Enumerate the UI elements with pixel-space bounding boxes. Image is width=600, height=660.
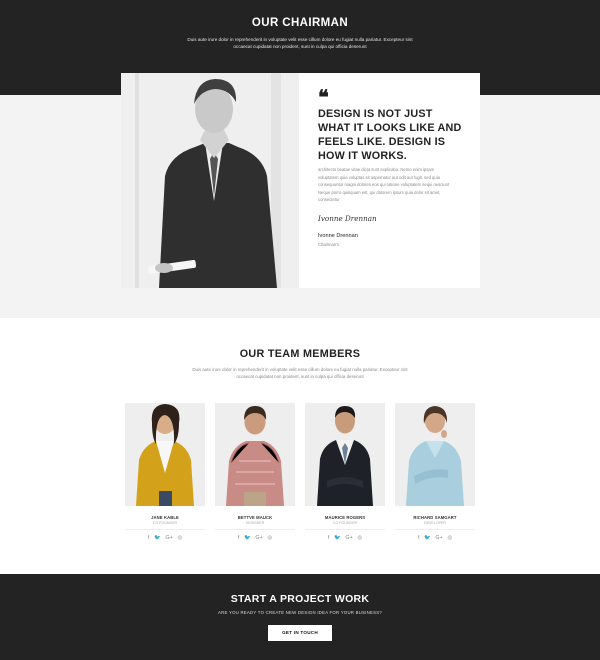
- quote-headline: DESIGN IS NOT JUST WHAT IT LOOKS LIKE AN…: [318, 108, 462, 162]
- team-member-card: BETTVE MAUCK DESIGNER f 🐦 G+ ◎: [215, 403, 295, 544]
- google-plus-icon[interactable]: G+: [165, 535, 172, 541]
- facebook-icon[interactable]: f: [418, 535, 420, 541]
- team-member-role: DEVELOPER: [424, 521, 446, 525]
- project-cta-section: [0, 574, 600, 660]
- team-section-title: OUR TEAM MEMBERS: [239, 348, 361, 360]
- team-member-card: JANE KABLE CO FOUNDER f 🐦 G+ ◎: [125, 403, 205, 544]
- chairman-photo: [121, 73, 299, 288]
- member-social-links: f 🐦 G+ ◎: [125, 535, 205, 541]
- twitter-icon[interactable]: 🐦: [154, 535, 161, 541]
- cta-title: START A PROJECT WORK: [230, 593, 370, 605]
- team-member-role: CO FOUNDER: [332, 521, 358, 525]
- member-divider: [395, 529, 475, 530]
- instagram-icon[interactable]: ◎: [177, 535, 182, 541]
- twitter-icon[interactable]: 🐦: [334, 535, 341, 541]
- instagram-icon[interactable]: ◎: [267, 535, 272, 541]
- team-section-intro: Duis aute irure dolor in reprehenderit i…: [192, 367, 408, 379]
- team-member-photo: [125, 403, 205, 506]
- facebook-icon[interactable]: f: [148, 535, 150, 541]
- chairman-role: Chairman's: [318, 242, 340, 247]
- team-member-role: DESIGNER: [245, 521, 265, 525]
- chairman-signature: Ivonne Drennan: [318, 214, 377, 223]
- member-social-links: f 🐦 G+ ◎: [395, 535, 475, 541]
- member-social-links: f 🐦 G+ ◎: [215, 535, 295, 541]
- member-divider: [215, 529, 295, 530]
- chairman-section-title: OUR CHAIRMAN: [251, 17, 349, 29]
- cta-subtitle: ARE YOU READY TO CREATE NEW DESIGN IDEA …: [218, 610, 382, 615]
- team-member-name: BETTVE MAUCK: [237, 515, 273, 520]
- get-in-touch-button[interactable]: GET IN TOUCH: [268, 625, 332, 641]
- team-member-card: RICHARD SAMGART DEVELOPER f 🐦 G+ ◎: [395, 403, 475, 544]
- member-divider: [125, 529, 205, 530]
- quote-body: architecto beatae vitae dicta sunt expli…: [318, 167, 450, 203]
- team-member-name: MAURICE ROGERS: [324, 515, 366, 520]
- team-member-name: JANE KABLE: [151, 515, 179, 520]
- team-member-name: RICHARD SAMGART: [413, 515, 457, 520]
- chairman-name: Ivonne Drennan: [318, 233, 358, 239]
- team-member-photo: [395, 403, 475, 506]
- twitter-icon[interactable]: 🐦: [424, 535, 431, 541]
- twitter-icon[interactable]: 🐦: [244, 535, 251, 541]
- member-divider: [305, 529, 385, 530]
- instagram-icon[interactable]: ◎: [357, 535, 362, 541]
- instagram-icon[interactable]: ◎: [447, 535, 452, 541]
- google-plus-icon[interactable]: G+: [435, 535, 442, 541]
- google-plus-icon[interactable]: G+: [255, 535, 262, 541]
- facebook-icon[interactable]: f: [238, 535, 240, 541]
- team-member-photo: [215, 403, 295, 506]
- quote-icon: ❝: [318, 85, 329, 109]
- chairman-section-intro: Duis aute irure dolor in reprehenderit i…: [187, 37, 413, 50]
- google-plus-icon[interactable]: G+: [345, 535, 352, 541]
- team-member-photo: [305, 403, 385, 506]
- team-member-card: MAURICE ROGERS CO FOUNDER f 🐦 G+ ◎: [305, 403, 385, 544]
- member-social-links: f 🐦 G+ ◎: [305, 535, 385, 541]
- team-member-role: CO FOUNDER: [152, 521, 178, 525]
- facebook-icon[interactable]: f: [328, 535, 330, 541]
